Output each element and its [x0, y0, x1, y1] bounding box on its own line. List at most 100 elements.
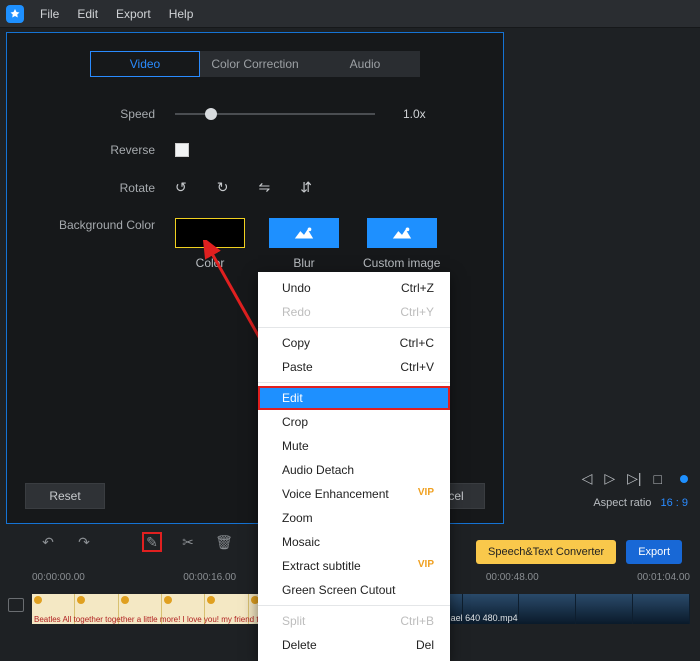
playhead-dot[interactable] [680, 475, 688, 483]
context-menu-item[interactable]: Edit [258, 386, 450, 410]
context-menu-shortcut: Ctrl+V [400, 360, 434, 374]
context-menu-separator [258, 605, 450, 606]
context-menu-item[interactable]: Undo Ctrl+Z [258, 276, 450, 300]
flip-vertical-icon[interactable]: ⇵ [300, 179, 312, 196]
ruler-tick: 00:00:00.00 [32, 572, 85, 588]
bg-thumb-blur[interactable] [269, 218, 339, 248]
speed-slider-thumb[interactable] [205, 108, 217, 120]
flip-horizontal-icon[interactable]: ⇋ [258, 179, 270, 196]
bg-option-blur[interactable]: Blur [269, 218, 339, 270]
context-menu-label: Delete [282, 638, 317, 652]
stop-icon[interactable]: □ [654, 471, 662, 487]
app-logo [6, 5, 24, 23]
tab-color-correction[interactable]: Color Correction [200, 51, 310, 77]
rotate-ccw-icon[interactable]: ↺ [175, 179, 187, 196]
reverse-label: Reverse [25, 143, 175, 157]
context-menu-label: Undo [282, 281, 311, 295]
tab-video[interactable]: Video [90, 51, 200, 77]
context-menu-item: SplitCtrl+B [258, 609, 450, 633]
menu-export[interactable]: Export [108, 3, 159, 25]
aspect-label: Aspect ratio [593, 497, 651, 509]
reverse-row: Reverse [25, 143, 485, 157]
clip-left[interactable]: Beatles All together together a little m… [32, 594, 292, 624]
context-menu-label: Split [282, 614, 305, 628]
context-menu-label: Copy [282, 336, 310, 350]
context-menu-item[interactable]: Green Screen Cutout [258, 578, 450, 602]
export-button[interactable]: Export [626, 540, 682, 564]
bg-thumb-custom[interactable] [367, 218, 437, 248]
reverse-checkbox[interactable] [175, 143, 189, 157]
context-menu-item[interactable]: Audio Detach [258, 458, 450, 482]
context-menu-label: Green Screen Cutout [282, 583, 395, 597]
context-menu-item[interactable]: Crop [258, 410, 450, 434]
bgcolor-label: Background Color [25, 218, 175, 232]
reset-button[interactable]: Reset [25, 483, 105, 509]
speech-text-converter-button[interactable]: Speech&Text Converter [476, 540, 616, 564]
bg-option-label: Custom image [363, 256, 440, 270]
context-menu-item[interactable]: Voice Enhancement VIP [258, 482, 450, 506]
clip-label: Beatles All together together a little m… [34, 615, 292, 624]
context-menu-label: Mute [282, 439, 309, 453]
context-menu-item[interactable]: Zoom [258, 506, 450, 530]
delete-icon[interactable]: 🗑 [216, 534, 232, 550]
tabs: Video Color Correction Audio [25, 51, 485, 77]
redo-icon[interactable]: ↷ [76, 534, 92, 550]
context-menu-shortcut: Del [416, 638, 434, 652]
prev-frame-icon[interactable]: ◁ [582, 470, 593, 487]
context-menu-shortcut: Ctrl+Z [401, 281, 434, 295]
vip-badge: VIP [418, 559, 434, 573]
track-icon[interactable] [8, 598, 24, 612]
context-menu-item[interactable]: Mosaic [258, 530, 450, 554]
speed-row: Speed 1.0x [25, 107, 485, 121]
context-menu-item[interactable]: Mute [258, 434, 450, 458]
context-menu-label: Voice Enhancement [282, 487, 389, 501]
context-menu-item[interactable]: Paste Ctrl+V [258, 355, 450, 379]
edit-icon[interactable]: ✎ [144, 534, 160, 550]
rotate-row: Rotate ↺ ↻ ⇋ ⇵ [25, 179, 485, 196]
tab-audio[interactable]: Audio [310, 51, 420, 77]
undo-icon[interactable]: ↶ [40, 534, 56, 550]
bg-option-color[interactable]: Color [175, 218, 245, 270]
context-menu-separator [258, 382, 450, 383]
context-menu-label: Zoom [282, 511, 313, 525]
rotate-cw-icon[interactable]: ↻ [217, 179, 229, 196]
context-menu-label: Paste [282, 360, 313, 374]
menubar: File Edit Export Help [0, 0, 700, 28]
bg-thumb-color[interactable] [175, 218, 245, 248]
context-menu-label: Edit [282, 391, 303, 405]
aspect-ratio[interactable]: Aspect ratio 16 : 9 [593, 497, 688, 509]
next-frame-icon[interactable]: ▷| [627, 470, 641, 487]
context-menu-label: Audio Detach [282, 463, 354, 477]
context-menu-item: Redo Ctrl+Y [258, 300, 450, 324]
bg-option-label: Color [196, 256, 225, 270]
menu-help[interactable]: Help [161, 3, 202, 25]
aspect-value: 16 : 9 [660, 497, 688, 509]
play-icon[interactable]: ▷ [604, 470, 615, 487]
context-menu-separator [258, 327, 450, 328]
context-menu-label: Extract subtitle [282, 559, 361, 573]
context-menu-item[interactable]: Extract subtitle VIP [258, 554, 450, 578]
ruler-tick: 00:00:48.00 [486, 572, 539, 588]
speed-label: Speed [25, 107, 175, 121]
menu-file[interactable]: File [32, 3, 67, 25]
menu-edit[interactable]: Edit [69, 3, 106, 25]
preview-controls: ◁ ▷ ▷| □ Aspect ratio 16 : 9 [582, 470, 688, 509]
context-menu-shortcut: Ctrl+C [400, 336, 434, 350]
context-menu-item[interactable]: Copy Ctrl+C [258, 331, 450, 355]
context-menu-label: Mosaic [282, 535, 320, 549]
context-menu: Undo Ctrl+Z Redo Ctrl+Y Copy Ctrl+C Paste Ctrl+… [258, 272, 450, 661]
ruler-tick: 00:01:04.00 [637, 572, 690, 588]
speed-value: 1.0x [403, 107, 426, 121]
ruler-tick: 00:00:16.00 [183, 572, 236, 588]
context-menu-shortcut: Ctrl+Y [400, 305, 434, 319]
vip-badge: VIP [418, 487, 434, 501]
speed-slider[interactable] [175, 113, 375, 115]
rotate-label: Rotate [25, 181, 175, 195]
cut-icon[interactable]: ✂ [180, 534, 196, 550]
bg-option-label: Blur [293, 256, 314, 270]
context-menu-item[interactable]: Delete Del [258, 633, 450, 657]
background-color-row: Background Color Color Blur Custom image [25, 218, 485, 270]
context-menu-label: Redo [282, 305, 311, 319]
bg-option-custom[interactable]: Custom image [363, 218, 440, 270]
context-menu-label: Crop [282, 415, 308, 429]
